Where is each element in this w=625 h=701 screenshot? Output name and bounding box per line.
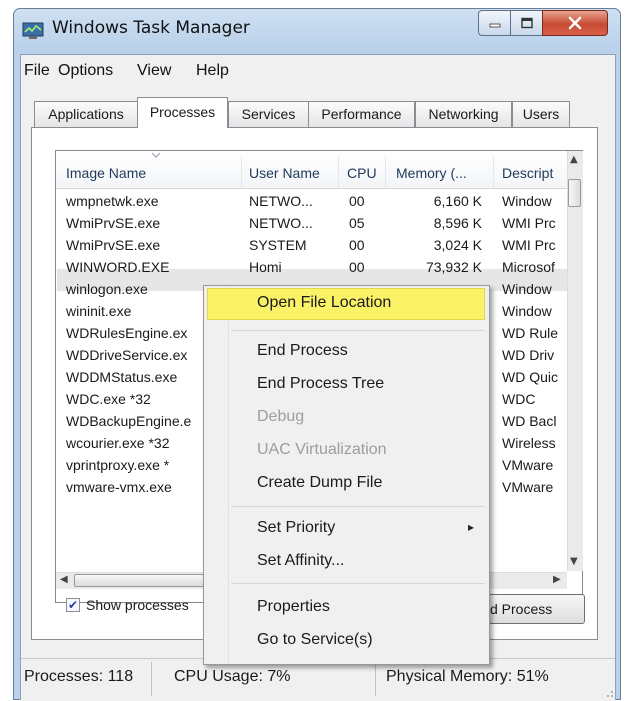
menu-item-set-priority[interactable]: Set Priority: [257, 519, 335, 537]
table-row[interactable]: [57, 257, 567, 279]
tab-performance[interactable]: Performance: [308, 101, 415, 127]
status-processes: Processes: 118: [24, 668, 134, 685]
column-divider[interactable]: [385, 156, 386, 188]
status-divider: [151, 662, 152, 696]
table-row[interactable]: [57, 191, 567, 213]
context-menu-separator: [231, 583, 485, 584]
status-cpu-usage: CPU Usage: 7%: [174, 668, 291, 685]
menu-item-open-file-location[interactable]: Open File Location: [257, 294, 391, 312]
show-processes-label: Show processes: [86, 597, 189, 613]
show-processes-checkbox[interactable]: ✔: [66, 598, 80, 612]
menu-item-properties[interactable]: Properties: [257, 598, 330, 616]
task-manager-icon: [22, 22, 44, 39]
column-description[interactable]: Descript: [502, 156, 562, 188]
menu-options[interactable]: Options: [58, 62, 113, 80]
column-image-name[interactable]: Image Name: [66, 156, 146, 188]
maximize-icon: [511, 11, 542, 35]
close-button[interactable]: [542, 10, 608, 36]
scroll-up-icon[interactable]: ▲: [570, 154, 578, 165]
column-divider[interactable]: [338, 156, 339, 188]
maximize-button[interactable]: [510, 10, 543, 36]
menu-item-debug: Debug: [257, 408, 305, 425]
tab-applications[interactable]: Applications: [34, 101, 138, 127]
context-menu-gutter: [228, 287, 229, 663]
menu-item-end-process-tree[interactable]: End Process Tree: [257, 375, 384, 393]
menu-item-set-affinity[interactable]: Set Affinity...: [257, 552, 344, 570]
column-divider[interactable]: [493, 156, 494, 188]
status-physical-memory: Physical Memory: 51%: [386, 668, 549, 685]
tab-services[interactable]: Services: [228, 101, 309, 127]
status-divider: [375, 662, 376, 696]
context-menu-separator: [231, 506, 485, 507]
menu-item-go-to-services[interactable]: Go to Service(s): [257, 631, 373, 649]
close-icon: [543, 11, 607, 35]
column-memory[interactable]: Memory (...: [396, 156, 467, 188]
minimize-button[interactable]: [478, 10, 511, 36]
horizontal-scroll-thumb[interactable]: [74, 574, 204, 587]
resize-grip-icon[interactable]: [604, 688, 614, 698]
menu-item-create-dump-file[interactable]: Create Dump File: [257, 474, 382, 492]
menu-item-end-process[interactable]: End Process: [257, 342, 348, 360]
tab-networking[interactable]: Networking: [415, 101, 512, 127]
minimize-icon: [479, 11, 510, 35]
vertical-scroll-thumb[interactable]: [568, 179, 581, 207]
column-divider[interactable]: [241, 156, 242, 188]
table-row[interactable]: [57, 213, 567, 235]
submenu-arrow-icon: ▸: [468, 520, 475, 534]
scroll-left-icon[interactable]: ◀: [60, 574, 68, 585]
scroll-right-icon[interactable]: ▶: [553, 574, 561, 585]
tab-users[interactable]: Users: [512, 101, 570, 127]
column-user-name[interactable]: User Name: [249, 156, 320, 188]
column-cpu[interactable]: CPU: [347, 156, 377, 188]
menu-item-uac-virtualization: UAC Virtualization: [257, 441, 387, 458]
vertical-scrollbar[interactable]: [567, 151, 583, 571]
tab-processes[interactable]: Processes: [137, 97, 228, 128]
context-menu-separator: [231, 330, 485, 331]
window-title: Windows Task Manager: [52, 18, 250, 38]
sort-indicator-icon: [151, 152, 161, 158]
menu-file[interactable]: File: [24, 62, 50, 80]
table-row[interactable]: [57, 235, 567, 257]
menu-view[interactable]: View: [137, 62, 171, 80]
scroll-down-icon[interactable]: ▼: [570, 556, 578, 567]
menu-help[interactable]: Help: [196, 62, 229, 80]
